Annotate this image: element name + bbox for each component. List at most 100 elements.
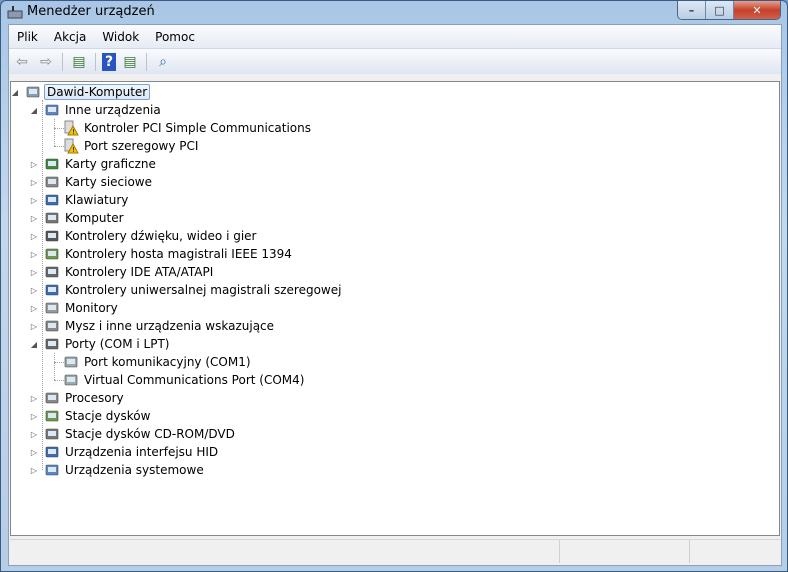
expand-arrow-icon[interactable]: ▷ (30, 268, 38, 277)
status-pane (10, 540, 560, 563)
tree-line (54, 353, 55, 380)
toolbar-separator (62, 52, 63, 71)
tree-item[interactable]: ▷ Kontrolery hosta magistrali IEEE 1394 (31, 245, 294, 263)
menu-plik[interactable]: Plik (9, 30, 46, 44)
menu-widok[interactable]: Widok (94, 30, 147, 44)
tree-item[interactable]: ◢ Inne urządzenia (31, 101, 163, 119)
tree-item[interactable]: ▷ Klawiatury (31, 191, 130, 209)
tree-item[interactable]: ◢ Porty (COM i LPT) (31, 335, 171, 353)
menu-pomoc[interactable]: Pomoc (147, 30, 203, 44)
expand-arrow-icon[interactable]: ▷ (30, 394, 38, 403)
expand-arrow-icon[interactable]: ▷ (30, 250, 38, 259)
collapse-arrow-icon[interactable]: ◢ (30, 340, 38, 349)
tree-item-label: Klawiatury (65, 193, 129, 207)
tree-item[interactable]: ◢ Dawid-Komputer (12, 83, 151, 101)
tree-item[interactable]: Port komunikacyjny (COM1) (63, 353, 253, 371)
status-pane (560, 540, 690, 563)
tree-item[interactable]: ! Kontroler PCI Simple Communications (63, 119, 313, 137)
device-manager-icon (7, 6, 23, 19)
procesory-icon (44, 390, 60, 406)
tree-item-label: Kontrolery uniwersalnej magistrali szere… (65, 283, 342, 297)
tree-item-label: Komputer (65, 211, 124, 225)
toolbar: ⇦ ⇨ ▤ ? ▤ ⌕ (9, 49, 781, 74)
tree-item[interactable]: ▷ Stacje dysków CD-ROM/DVD (31, 425, 237, 443)
tree-item-label: Urządzenia systemowe (65, 463, 204, 477)
expand-arrow-icon[interactable]: ▷ (30, 322, 38, 331)
console-tree-button[interactable]: ▤ (69, 52, 89, 72)
urz-dzenia-systemowe-icon (44, 462, 60, 478)
tree-item[interactable]: ▷ Kontrolery dźwięku, wideo i gier (31, 227, 258, 245)
tree-item-label: Inne urządzenia (65, 103, 161, 117)
device-tree[interactable]: ◢ Dawid-Komputer ◢ Inne urządzenia! Kontrole… (10, 81, 780, 536)
karty-sieciowe-icon (44, 174, 60, 190)
expand-arrow-icon[interactable]: ▷ (30, 160, 38, 169)
tree-item-label: Kontrolery IDE ATA/ATAPI (65, 265, 214, 279)
kontrolery-hosta-magistrali-ieee-1394-icon (44, 246, 60, 262)
expand-arrow-icon[interactable]: ▷ (30, 286, 38, 295)
tree-item-label: Dawid-Komputer (44, 84, 151, 100)
karty-graficzne-icon (44, 156, 60, 172)
scan-hardware-button[interactable]: ⌕ (153, 52, 173, 72)
tree-item[interactable]: ▷ Karty sieciowe (31, 173, 154, 191)
monitory-icon (44, 300, 60, 316)
komputer-icon (44, 210, 60, 226)
tree-item-label: Mysz i inne urządzenia wskazujące (65, 319, 275, 333)
tree-item-label: Kontrolery hosta magistrali IEEE 1394 (65, 247, 292, 261)
tree-item[interactable]: ▷ Karty graficzne (31, 155, 158, 173)
port-icon (63, 354, 79, 370)
collapse-arrow-icon[interactable]: ◢ (11, 88, 19, 97)
minimize-button[interactable]: – (678, 1, 706, 19)
port-icon (63, 372, 79, 388)
expand-arrow-icon[interactable]: ▷ (30, 232, 38, 241)
porty-com-i-lpt--icon (44, 336, 60, 352)
tree-item[interactable]: ▷ Stacje dysków (31, 407, 152, 425)
tree-item-label: Port szeregowy PCI (84, 139, 199, 153)
expand-arrow-icon[interactable]: ▷ (30, 448, 38, 457)
forward-button[interactable]: ⇨ (36, 52, 56, 72)
tree-item[interactable]: ▷ Urządzenia systemowe (31, 461, 206, 479)
kontrolery-d-wi-ku-wideo-i-gier-icon (44, 228, 60, 244)
tree-line (42, 100, 43, 470)
tree-item-label: Procesory (65, 391, 124, 405)
expand-arrow-icon[interactable]: ▷ (30, 214, 38, 223)
tree-item[interactable]: ▷ Urządzenia interfejsu HID (31, 443, 220, 461)
expand-arrow-icon[interactable]: ▷ (30, 178, 38, 187)
expand-arrow-icon[interactable]: ▷ (30, 466, 38, 475)
tree-item-label: Urządzenia interfejsu HID (65, 445, 219, 459)
back-button[interactable]: ⇦ (12, 52, 32, 72)
tree-item[interactable]: ▷ Komputer (31, 209, 126, 227)
warning-icon: ! (63, 120, 79, 136)
tree-item-label: Karty graficzne (65, 157, 156, 171)
tree-item-label: Monitory (65, 301, 118, 315)
menu-akcja[interactable]: Akcja (46, 30, 94, 44)
help-button[interactable]: ? (102, 52, 116, 71)
expand-arrow-icon[interactable]: ▷ (30, 412, 38, 421)
tree-item-label: Porty (COM i LPT) (65, 337, 170, 351)
tree-item[interactable]: Virtual Communications Port (COM4) (63, 371, 306, 389)
expand-arrow-icon[interactable]: ▷ (30, 430, 38, 439)
toolbar-separator (146, 52, 147, 71)
close-button[interactable]: ✕ (734, 1, 780, 19)
window: Menedżer urządzeń – □ ✕ Plik Akcja Widok… (0, 0, 788, 572)
expand-arrow-icon[interactable]: ▷ (30, 196, 38, 205)
tree-item-label: Port komunikacyjny (COM1) (84, 355, 251, 369)
klawiatury-icon (44, 192, 60, 208)
maximize-button[interactable]: □ (706, 1, 734, 19)
mysz-i-inne-urz-dzenia-wskazuj-ce-icon (44, 318, 60, 334)
tree-item[interactable]: ▷ Kontrolery uniwersalnej magistrali szer… (31, 281, 343, 299)
computer-icon (25, 84, 41, 100)
tree-item[interactable]: ▷ Kontrolery IDE ATA/ATAPI (31, 263, 215, 281)
action-pane-button[interactable]: ▤ (120, 52, 140, 72)
stacje-dysk-w-icon (44, 408, 60, 424)
tree-item[interactable]: ▷ Mysz i inne urządzenia wskazujące (31, 317, 276, 335)
status-pane (690, 540, 780, 563)
tree-item[interactable]: ! Port szeregowy PCI (63, 137, 200, 155)
expand-arrow-icon[interactable]: ▷ (30, 304, 38, 313)
tree-item[interactable]: ▷ Monitory (31, 299, 120, 317)
tree-item-label: Stacje dysków CD-ROM/DVD (65, 427, 235, 441)
tree-item-label: Stacje dysków (65, 409, 151, 423)
collapse-arrow-icon[interactable]: ◢ (30, 106, 38, 115)
tree-item-label: Virtual Communications Port (COM4) (84, 373, 305, 387)
inne-urz-dzenia-icon (44, 102, 60, 118)
tree-item[interactable]: ▷ Procesory (31, 389, 126, 407)
